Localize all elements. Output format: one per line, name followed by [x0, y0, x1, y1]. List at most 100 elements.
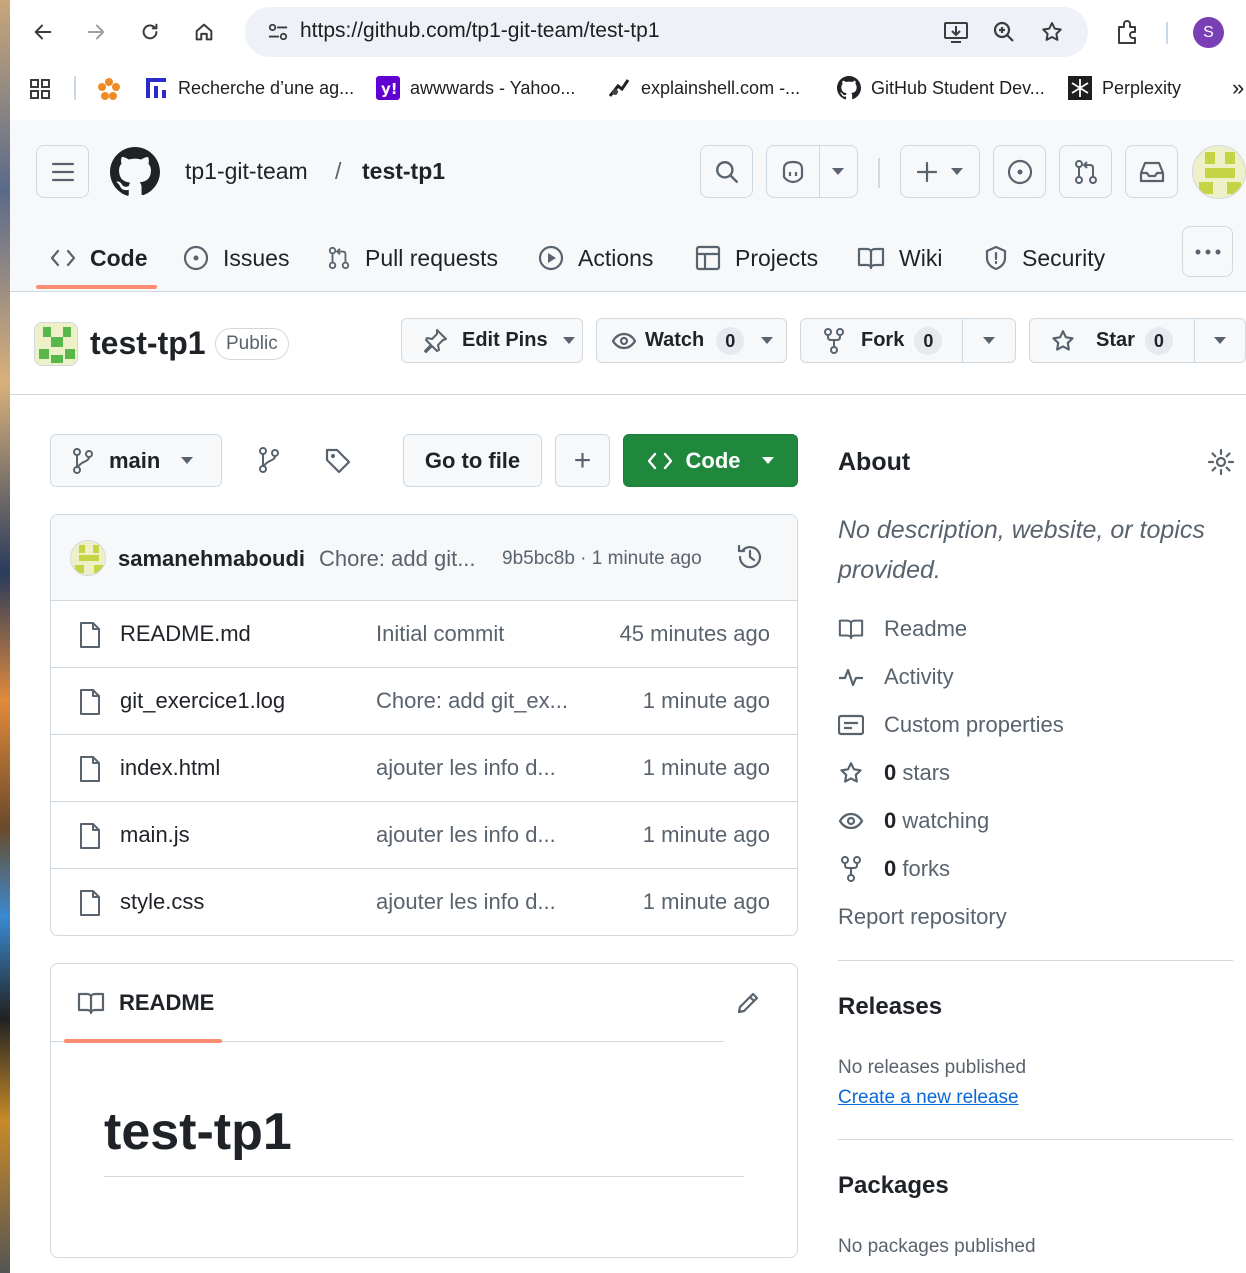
- packages-title[interactable]: Packages: [838, 1172, 949, 1200]
- readme-tab-indicator: [64, 1039, 222, 1043]
- forward-button[interactable]: [78, 14, 114, 50]
- branches-icon[interactable]: [258, 447, 280, 473]
- readme-tab-label: README: [119, 990, 215, 1015]
- edit-pins-label: Edit Pins: [462, 329, 548, 351]
- create-new-button[interactable]: [900, 145, 980, 198]
- watch-button[interactable]: Watch 0: [596, 318, 787, 363]
- breadcrumb-repo[interactable]: test-tp1: [362, 158, 445, 185]
- forks-link[interactable]: 0 forks: [838, 856, 950, 882]
- fork-icon: [841, 856, 861, 882]
- github-header: tp1-git-team / test-tp1 Code Issues Pull…: [10, 120, 1246, 292]
- custom-properties-label: Custom properties: [884, 712, 1064, 737]
- arrow-right-icon: [87, 24, 105, 40]
- file-commit-message[interactable]: ajouter les info d...: [376, 822, 556, 848]
- activity-link[interactable]: Activity: [838, 664, 954, 690]
- install-app-icon[interactable]: [943, 20, 969, 44]
- tab-wiki[interactable]: Wiki: [857, 238, 942, 278]
- create-release-link[interactable]: Create a new release: [838, 1087, 1019, 1109]
- file-commit-message[interactable]: ajouter les info d...: [376, 755, 556, 781]
- file-name[interactable]: style.css: [120, 889, 204, 915]
- bookmark-explainshell[interactable]: explainshell.com -...: [607, 74, 800, 102]
- svg-text:y!: y!: [381, 80, 398, 98]
- repo-name[interactable]: test-tp1: [90, 325, 206, 362]
- tab-actions[interactable]: Actions: [538, 238, 653, 278]
- inbox-button[interactable]: [1125, 145, 1178, 198]
- pull-requests-button[interactable]: [1059, 145, 1112, 198]
- reload-button[interactable]: [132, 14, 168, 50]
- extensions-icon[interactable]: [1115, 19, 1141, 45]
- profile-avatar[interactable]: S: [1193, 17, 1224, 48]
- commit-message[interactable]: Chore: add git...: [319, 546, 476, 572]
- desktop-edge: [0, 0, 10, 1273]
- history-icon[interactable]: [735, 542, 765, 572]
- file-row[interactable]: README.md Initial commit 45 minutes ago: [51, 601, 797, 668]
- user-avatar[interactable]: [1192, 145, 1246, 199]
- pencil-icon[interactable]: [735, 990, 761, 1016]
- bookmark-label: awwwards - Yahoo...: [410, 77, 576, 98]
- report-repository-link[interactable]: Report repository: [838, 904, 1007, 930]
- star-button[interactable]: Star 0: [1029, 318, 1246, 363]
- bookmark-awwwards[interactable]: y! awwwards - Yahoo...: [376, 74, 575, 102]
- flower-icon[interactable]: [97, 77, 121, 101]
- commit-author[interactable]: samanehmaboudi: [118, 546, 305, 572]
- file-commit-message[interactable]: Chore: add git_ex...: [376, 688, 568, 714]
- go-to-file-button[interactable]: Go to file: [403, 434, 542, 487]
- tab-security[interactable]: Security: [984, 238, 1105, 278]
- file-row[interactable]: style.css ajouter les info d... 1 minute…: [51, 869, 797, 935]
- branch-select-button[interactable]: main: [50, 434, 222, 487]
- tab-pull-requests[interactable]: Pull requests: [327, 238, 498, 278]
- breadcrumb-owner[interactable]: tp1-git-team: [185, 158, 308, 185]
- commit-meta[interactable]: 9b5bc8b · 1 minute ago: [502, 548, 702, 570]
- file-name[interactable]: main.js: [120, 822, 190, 848]
- bookmark-recherche[interactable]: Recherche d’une ag...: [144, 74, 354, 102]
- file-commit-message[interactable]: Initial commit: [376, 621, 504, 647]
- tab-code[interactable]: Code: [50, 238, 148, 278]
- copilot-button[interactable]: [766, 145, 858, 198]
- about-title: About: [838, 448, 911, 476]
- chevron-down-icon: [761, 336, 774, 344]
- releases-title[interactable]: Releases: [838, 993, 942, 1021]
- github-logo-icon[interactable]: [110, 147, 160, 197]
- file-name[interactable]: index.html: [120, 755, 220, 781]
- bookmark-star-icon[interactable]: [1040, 20, 1064, 44]
- code-download-button[interactable]: Code: [623, 434, 798, 487]
- zoom-icon[interactable]: [992, 20, 1016, 44]
- bookmark-perplexity[interactable]: Perplexity: [1068, 74, 1181, 102]
- fork-button[interactable]: Fork 0: [800, 318, 1016, 363]
- file-commit-message[interactable]: ajouter les info d...: [376, 889, 556, 915]
- custom-properties-link[interactable]: Custom properties: [838, 712, 1064, 738]
- breadcrumb-separator: /: [335, 158, 342, 184]
- plus-icon: [916, 161, 938, 182]
- pull-request-icon: [1074, 159, 1097, 184]
- watching-link[interactable]: 0 watching: [838, 808, 989, 834]
- readme-tab[interactable]: README: [77, 990, 214, 1016]
- bookmark-github-student[interactable]: GitHub Student Dev...: [837, 74, 1045, 102]
- fork-icon: [824, 327, 844, 354]
- menu-button[interactable]: [36, 145, 89, 198]
- issues-button[interactable]: [993, 145, 1046, 198]
- address-bar[interactable]: https://github.com/tp1-git-team/test-tp1: [245, 7, 1088, 57]
- tab-projects[interactable]: Projects: [695, 238, 818, 278]
- gear-icon[interactable]: [1207, 448, 1235, 476]
- readme-link[interactable]: Readme: [838, 616, 967, 642]
- apps-grid-icon[interactable]: [29, 78, 51, 100]
- tag-icon[interactable]: [324, 447, 352, 475]
- file-name[interactable]: README.md: [120, 621, 251, 647]
- fork-label: Fork: [861, 329, 905, 351]
- back-button[interactable]: [25, 14, 61, 50]
- author-avatar[interactable]: [70, 540, 106, 576]
- more-bookmarks-button[interactable]: »: [1232, 74, 1244, 102]
- stars-link[interactable]: 0 stars: [838, 760, 950, 786]
- identicon-icon: [39, 327, 75, 363]
- file-name[interactable]: git_exercice1.log: [120, 688, 285, 714]
- tab-issues[interactable]: Issues: [183, 238, 289, 278]
- file-row[interactable]: index.html ajouter les info d... 1 minut…: [51, 735, 797, 802]
- file-row[interactable]: main.js ajouter les info d... 1 minute a…: [51, 802, 797, 869]
- more-tabs-button[interactable]: [1182, 226, 1233, 277]
- search-button[interactable]: [700, 145, 753, 198]
- pin-icon: [424, 328, 447, 353]
- add-file-button[interactable]: +: [555, 434, 610, 487]
- file-row[interactable]: git_exercice1.log Chore: add git_ex... 1…: [51, 668, 797, 735]
- home-button[interactable]: [186, 14, 222, 50]
- edit-pins-button[interactable]: Edit Pins: [401, 318, 583, 363]
